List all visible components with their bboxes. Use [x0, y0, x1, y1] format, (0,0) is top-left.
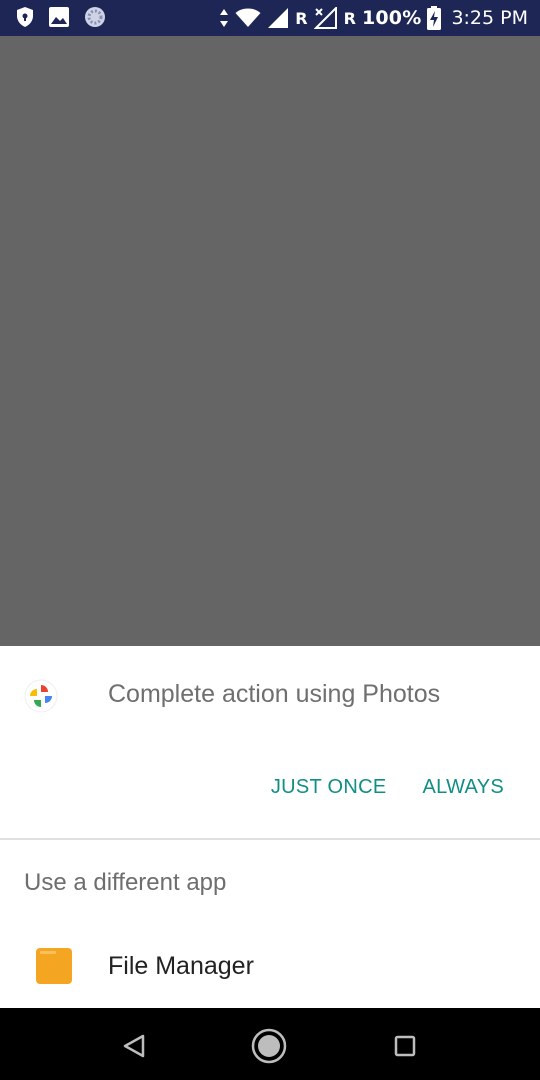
list-item-label: File Manager	[108, 952, 254, 980]
roaming-indicator-1: R	[295, 8, 308, 28]
resolver-bottom-sheet: Complete action using Photos JUST ONCE A…	[0, 646, 540, 1008]
wifi-icon	[235, 8, 261, 28]
status-system: R R 100% 3:25 PM	[219, 0, 528, 36]
navigation-bar	[0, 1008, 540, 1080]
sync-circle-icon	[84, 6, 106, 28]
dim-scrim[interactable]	[0, 36, 540, 646]
always-button[interactable]: ALWAYS	[423, 776, 504, 799]
file-manager-folder-icon	[36, 948, 72, 984]
dialog-title: Complete action using Photos	[108, 680, 441, 708]
home-icon[interactable]	[249, 1026, 289, 1066]
image-icon	[48, 6, 70, 28]
roaming-indicator-2: R	[343, 8, 356, 28]
back-icon[interactable]	[115, 1026, 155, 1066]
dialog-actions: JUST ONCE ALWAYS	[271, 776, 504, 799]
recents-icon[interactable]	[385, 1026, 425, 1066]
divider	[0, 838, 540, 840]
battery-charging-icon	[427, 6, 442, 30]
google-photos-pinwheel-icon	[24, 679, 58, 713]
list-item-file-manager[interactable]: File Manager	[0, 928, 540, 1004]
signal-icon	[267, 7, 289, 29]
status-notifications	[16, 6, 106, 28]
vpn-shield-icon	[16, 6, 34, 28]
section-label: Use a different app	[24, 869, 227, 896]
signal-noservice-icon	[313, 7, 338, 29]
dialog-header: Complete action using Photos	[0, 646, 540, 746]
just-once-button[interactable]: JUST ONCE	[271, 776, 387, 799]
data-arrows-icon	[219, 8, 229, 28]
clock: 3:25 PM	[451, 7, 528, 29]
battery-percent: 100%	[361, 7, 422, 29]
status-bar: R R 100% 3:25 PM	[0, 0, 540, 36]
